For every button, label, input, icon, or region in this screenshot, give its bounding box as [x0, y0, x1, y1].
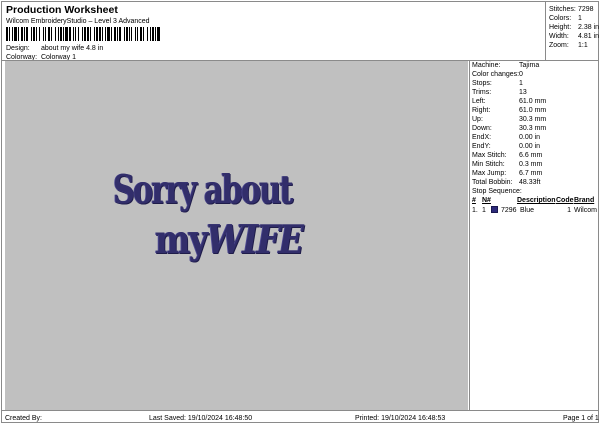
col-description: Description — [517, 197, 556, 204]
info-label: EndX: — [472, 134, 492, 141]
design-label: Design: — [6, 45, 30, 52]
info-value: 0.00 in — [519, 143, 541, 150]
stat-label: Height: — [549, 24, 572, 31]
info-value: 0.3 mm — [519, 161, 543, 168]
row-stitches: 7296 — [501, 207, 517, 214]
info-row-endy: EndY: 0.00 in — [472, 143, 540, 150]
footer-last-saved: Last Saved: 19/10/2024 16:48:50 — [149, 415, 253, 422]
info-label: Min Stitch: — [472, 161, 505, 168]
footer-page: Page 1 of 1 — [563, 415, 599, 422]
info-row-left: Left: 61.0 mm — [472, 98, 546, 105]
stop-sequence-title: Stop Sequence: — [472, 188, 522, 195]
row-description: Blue — [520, 207, 535, 214]
info-label: Trims: — [472, 89, 492, 96]
row-needle: 1 — [482, 207, 486, 214]
stat-row-zoom: Zoom: 1:1 — [549, 42, 588, 49]
col-code: Code — [556, 197, 574, 204]
worksheet-title: Production Worksheet — [6, 4, 118, 16]
software-subtitle: Wilcom EmbroideryStudio – Level 3 Advanc… — [6, 18, 150, 25]
thread-color-swatch — [491, 206, 498, 213]
stat-row-height: Height: 2.38 in — [549, 24, 599, 31]
info-label: Stops: — [472, 80, 492, 87]
stat-value: 1:1 — [578, 42, 588, 49]
info-label: Up: — [472, 116, 483, 123]
info-label: EndY: — [472, 143, 491, 150]
info-value: 61.0 mm — [519, 98, 547, 105]
info-value: 6.7 mm — [519, 170, 543, 177]
design-preview: Sorry about myWIFE — [5, 61, 468, 411]
info-value: 13 — [519, 89, 527, 96]
info-value: 30.3 mm — [519, 125, 547, 132]
footer-printed: Printed: 19/10/2024 16:48:53 — [355, 415, 446, 422]
row-code: 1 — [567, 207, 571, 214]
embroidery-word-wife: WIFE — [206, 217, 305, 263]
info-value: 1 — [519, 80, 523, 87]
info-row-stops: Stops: 1 — [472, 80, 523, 87]
col-stitches — [501, 197, 517, 204]
info-row-max-stitch: Max Stitch: 6.6 mm — [472, 152, 542, 159]
barcode-bar — [157, 27, 160, 41]
info-label: Color changes: — [472, 71, 520, 78]
stop-sequence-header: # N# Description Code Brand — [472, 197, 599, 204]
info-label: Machine: — [472, 62, 501, 69]
info-row-color-changes: Color changes:0 — [472, 71, 523, 78]
design-value: about my wife 4.8 in — [40, 45, 104, 52]
stat-label: Colors: — [549, 15, 572, 22]
design-name-row: Design: about my wife 4.8 in — [6, 45, 103, 52]
stat-label: Width: — [549, 33, 569, 40]
info-label: Left: — [472, 98, 486, 105]
design-barcode — [6, 27, 160, 41]
info-value: 0.00 in — [519, 134, 541, 141]
stop-sequence-row: 1. 1 7296 Blue 1 Wilcom — [472, 206, 599, 215]
info-value: 61.0 mm — [519, 107, 547, 114]
stat-label: Zoom: — [549, 42, 569, 49]
info-label: Max Jump: — [472, 170, 507, 177]
stats-box: Stitches: 7298 Colors: 1 Height: 2.38 in Wi… — [545, 2, 599, 60]
embroidery-line-2: myWIFE — [155, 221, 304, 260]
panel-divider — [469, 60, 470, 411]
info-row-max-jump: Max Jump: 6.7 mm — [472, 170, 542, 177]
info-row-right: Right: 61.0 mm — [472, 107, 546, 114]
info-value: 0 — [519, 71, 523, 78]
info-row-min-stitch: Min Stitch: 0.3 mm — [472, 161, 542, 168]
info-label: Right: — [472, 107, 491, 114]
info-value: 6.6 mm — [519, 152, 543, 159]
stat-value: 4.81 in — [578, 33, 600, 40]
col-brand: Brand — [574, 197, 595, 204]
stat-value: 1 — [578, 15, 582, 22]
col-swatch — [491, 197, 501, 204]
info-row-trims: Trims: 13 — [472, 89, 527, 96]
info-row-endx: EndX: 0.00 in — [472, 134, 540, 141]
stat-value: 2.38 in — [578, 24, 600, 31]
info-value: 48.33ft — [519, 179, 541, 186]
stat-row-stitches: Stitches: 7298 — [549, 6, 594, 13]
info-row-total-bobbin: Total Bobbin: 48.33ft — [472, 179, 540, 186]
embroidery-word-my: my — [155, 217, 208, 263]
stat-value: 7298 — [578, 6, 594, 13]
row-brand: Wilcom — [574, 207, 597, 214]
info-value: Tajima — [519, 62, 540, 69]
info-row-up: Up: 30.3 mm — [472, 116, 546, 123]
row-swatch-cell — [491, 206, 501, 215]
embroidery-line-1: Sorry about — [113, 167, 294, 213]
footer-created-by: Created By: — [5, 415, 42, 422]
col-needle: N# — [482, 197, 491, 204]
info-row-machine: Machine: Tajima — [472, 62, 539, 69]
info-value: 30.3 mm — [519, 116, 547, 123]
worksheet-frame: Production Worksheet Wilcom EmbroiderySt… — [1, 1, 599, 423]
info-label: Down: — [472, 125, 492, 132]
stat-label: Stitches: — [549, 6, 576, 13]
footer-divider — [2, 410, 598, 411]
info-row-down: Down: 30.3 mm — [472, 125, 546, 132]
stat-row-width: Width: 4.81 in — [549, 33, 599, 40]
stat-row-colors: Colors: 1 — [549, 15, 582, 22]
row-index: 1. — [472, 207, 478, 214]
info-label: Total Bobbin: — [472, 179, 513, 186]
col-index: # — [472, 197, 476, 204]
info-label: Max Stitch: — [472, 152, 507, 159]
